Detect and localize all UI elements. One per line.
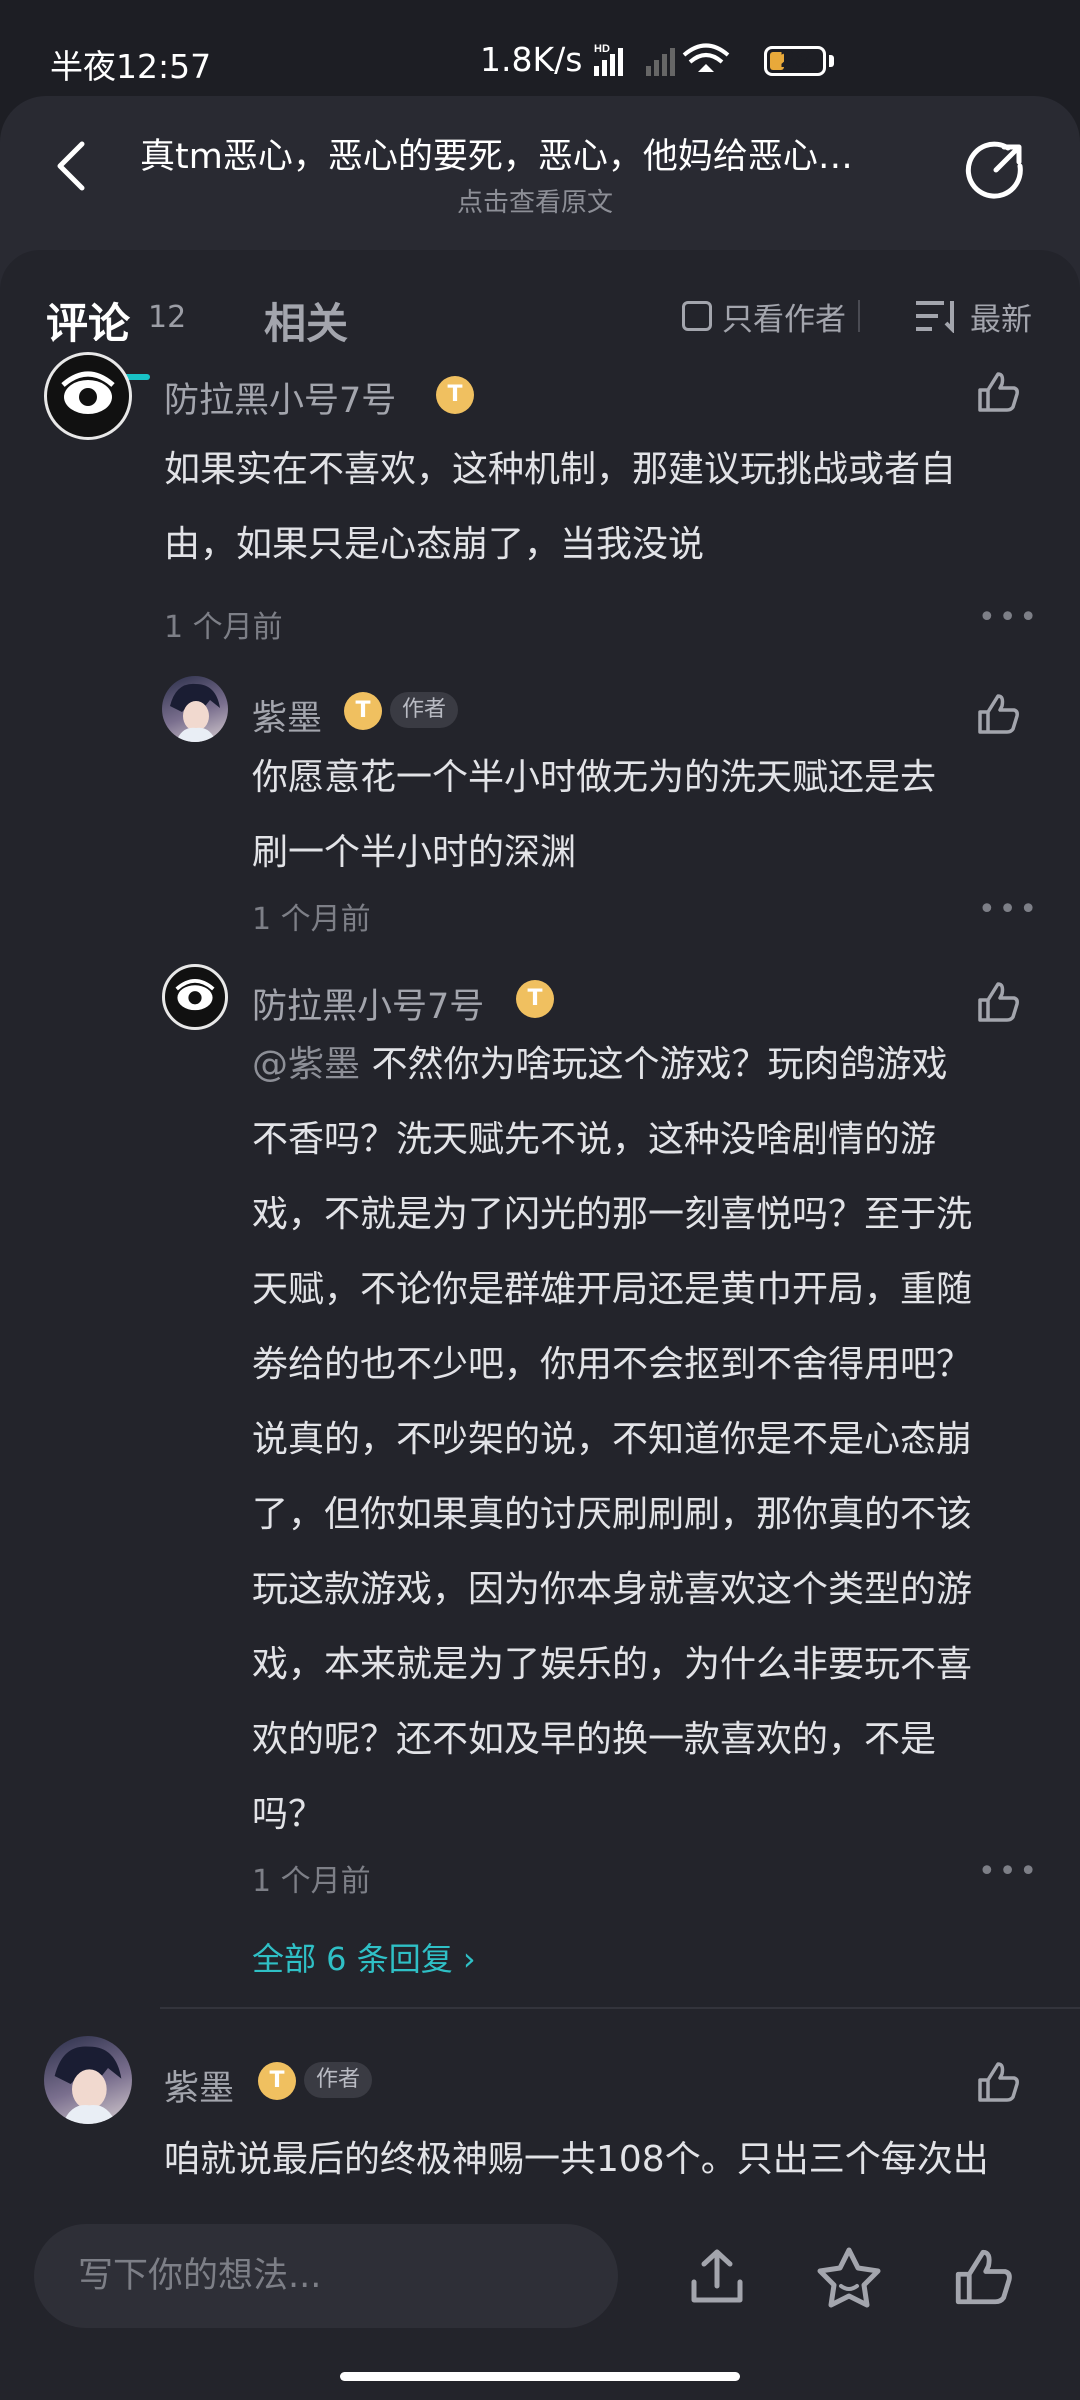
author-tag: 作者 [390,692,459,728]
comment-body: 咱就说最后的终极神赐一共108个。只出三个每次出 [164,2122,1064,2197]
comment-line: 戏，本来就是为了娱乐的，为什么非要玩不喜 [252,1644,973,1685]
level-badge: T [436,376,474,414]
anime-avatar-icon [54,2046,122,2124]
reply-author[interactable]: 紫墨 [252,690,322,741]
comment-author[interactable]: 防拉黑小号7号 [164,372,396,423]
avatar[interactable] [162,964,228,1030]
reply-body: @紫墨 不然你为啥玩这个游戏？玩肉鸽游戏 不香吗？洗天赋先不说，这种没啥剧情的游… [252,1027,1062,1852]
reply-time: 1 个月前 [252,902,371,937]
reply-author[interactable]: 防拉黑小号7号 [252,978,484,1029]
like-icon[interactable] [974,368,1022,416]
avatar[interactable] [162,676,228,742]
comment-line: 由，如果只是心态崩了，当我没说 [164,524,705,565]
comments-count: 12 [148,300,187,335]
mention[interactable]: @紫墨 [252,1044,360,1085]
sort-button[interactable]: 最新 [916,296,1032,338]
comment-author[interactable]: 紫墨 [164,2060,234,2111]
user-logo-icon [175,979,215,1011]
comment-body: 如果实在不喜欢，这种机制，那建议玩挑战或者自 由，如果只是心态崩了，当我没说 [164,432,1044,582]
author-only-label: 只看作者 [722,301,846,338]
favorite-star-icon[interactable] [814,2244,884,2310]
home-indicator[interactable] [340,2372,740,2381]
user-logo-icon [61,371,115,414]
sort-icon [916,301,954,333]
battery-tip [829,55,834,67]
more-options-icon[interactable]: ••• [978,600,1040,635]
comment-line: 欢的呢？还不如及早的换一款喜欢的，不是 [252,1719,937,1760]
comment-line: 如果实在不喜欢，这种机制，那建议玩挑战或者自 [164,449,957,490]
comment-line: 劵给的也不少吧，你用不会抠到不舍得用吧？ [252,1344,973,1385]
status-time: 半夜12:57 [50,47,212,86]
comment-separator [160,2007,1080,2009]
more-options-icon[interactable]: ••• [978,892,1040,927]
view-all-replies-link[interactable]: 全部 6 条回复 › [252,1934,476,1980]
comment-line: 了，但你如果真的讨厌刷刷刷，那你真的不该 [252,1494,973,1535]
like-icon[interactable] [974,2058,1022,2106]
battery-indicator: 28 [764,46,826,76]
share-upload-icon[interactable] [684,2244,750,2310]
svg-text:HD: HD [594,43,610,55]
reply-body: 你愿意花一个半小时做无为的洗天赋还是去 刷一个半小时的深渊 [252,740,1052,890]
avatar[interactable] [44,2036,132,2124]
author-tag: 作者 [304,2062,373,2098]
comment-line: 吗？ [252,1794,325,1835]
reply-time: 1 个月前 [252,1864,371,1899]
like-icon[interactable] [974,978,1022,1026]
like-icon[interactable] [974,690,1022,738]
anime-avatar-icon [170,683,220,742]
level-badge: T [258,2062,296,2100]
comment-time: 1 个月前 [164,610,283,645]
sort-label: 最新 [970,301,1032,338]
comment-line: 玩这款游戏，因为你本身就喜欢这个类型的游 [252,1569,973,1610]
chevron-right-icon: › [462,1940,476,1978]
comment-line: 天赋，不论你是群雄开局还是黄巾开局，重随 [252,1269,973,1310]
comment-line: 戏，不就是为了闪光的那一刻喜悦吗？至于洗 [252,1194,973,1235]
checkbox-icon [682,301,712,331]
back-arrow-icon[interactable] [44,136,104,196]
more-options-icon[interactable]: ••• [978,1854,1040,1889]
author-only-toggle[interactable]: 只看作者 [682,296,846,338]
comment-line: 刷一个半小时的深渊 [252,832,577,873]
comment-line: 咱就说最后的终极神赐一共108个。只出三个每次出 [164,2139,989,2180]
comment-line: 说真的，不吵架的说，不知道你是不是心态崩 [252,1419,973,1460]
view-original-link[interactable]: 点击查看原文 [140,182,930,219]
comment-line: @紫墨 不然你为啥玩这个游戏？玩肉鸽游戏 [252,1027,1062,1102]
view-all-replies-label: 全部 6 条回复 [252,1940,453,1978]
like-post-icon[interactable] [950,2244,1016,2310]
divider [858,300,860,332]
level-badge: T [516,980,554,1018]
comment-line: 你愿意花一个半小时做无为的洗天赋还是去 [252,757,937,798]
comment-line: 不香吗？洗天赋先不说，这种没啥剧情的游 [252,1119,937,1160]
post-title[interactable]: 真tm恶心，恶心的要死，恶心，他妈给恶心… [140,128,920,179]
comment-text-segment: 不然你为啥玩这个游戏？玩肉鸽游戏 [371,1044,948,1085]
tab-comments[interactable]: 评论 [46,290,130,351]
level-badge: T [344,692,382,730]
tab-related[interactable]: 相关 [264,290,348,351]
battery-level: 28 [779,48,811,73]
share-icon[interactable] [962,138,1028,204]
comment-input[interactable]: 写下你的想法... [34,2224,618,2328]
signal-wifi-icon: HD [594,43,730,76]
avatar[interactable] [44,352,132,440]
network-speed: 1.8K/s [480,40,583,79]
